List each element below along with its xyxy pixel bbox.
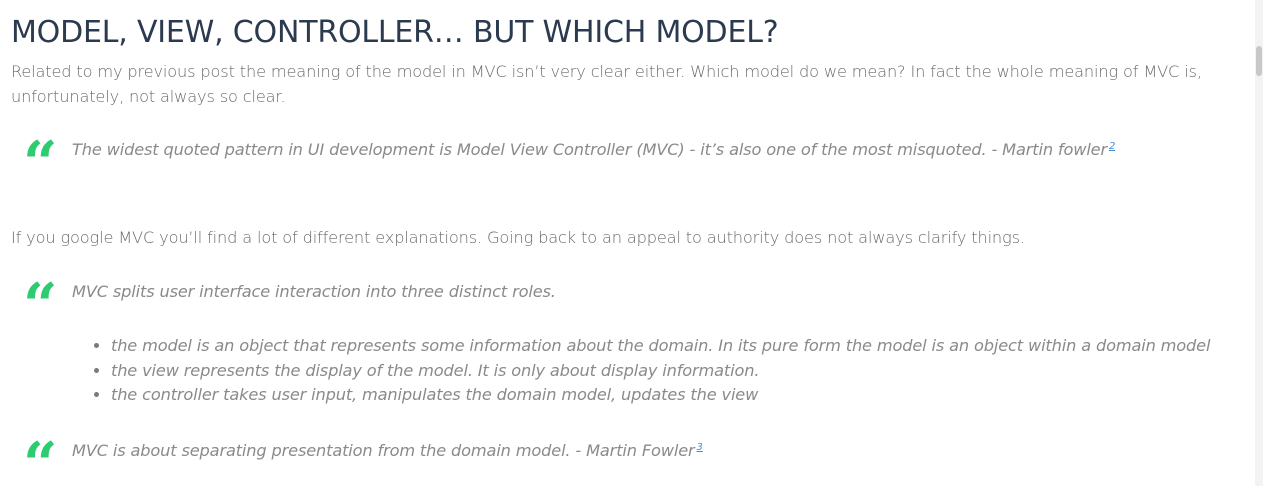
mvc-roles-list: the model is an object that represents s… bbox=[91, 334, 1210, 408]
article-title: MODEL, VIEW, CONTROLLER… BUT WHICH MODEL… bbox=[11, 15, 779, 50]
list-item: the model is an object that represents s… bbox=[111, 334, 1210, 359]
quote-text-body: MVC is about separating presentation fro… bbox=[72, 441, 695, 460]
quote-text-body: The widest quoted pattern in UI developm… bbox=[72, 140, 1107, 159]
google-mvc-paragraph: If you google MVC you’ll find a lot of d… bbox=[11, 228, 1025, 247]
quote-text: MVC splits user interface interaction in… bbox=[72, 282, 556, 301]
quote-text: The widest quoted pattern in UI developm… bbox=[72, 138, 1115, 162]
footnote-link[interactable]: 3 bbox=[697, 442, 703, 453]
footnote-link[interactable]: 2 bbox=[1109, 141, 1115, 152]
vertical-scrollbar[interactable] bbox=[1255, 0, 1263, 486]
intro-paragraph: Related to my previous post the meaning … bbox=[11, 62, 1202, 106]
list-item: the view represents the display of the m… bbox=[111, 359, 1210, 384]
quote-mark-icon: “ bbox=[23, 271, 58, 341]
list-item: the controller takes user input, manipul… bbox=[111, 383, 1210, 408]
quote-text: MVC is about separating presentation fro… bbox=[72, 439, 703, 463]
scrollbar-thumb[interactable] bbox=[1256, 46, 1262, 76]
quote-mark-icon: “ bbox=[23, 129, 58, 199]
quote-mark-icon: “ bbox=[23, 430, 58, 500]
